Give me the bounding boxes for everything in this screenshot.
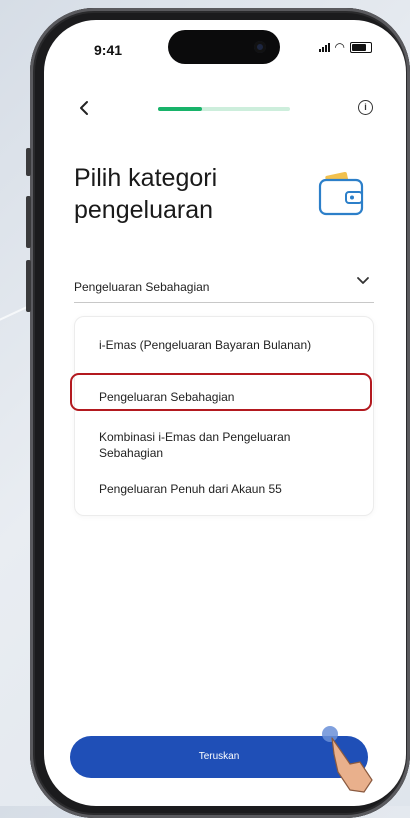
camera-icon: [254, 41, 266, 53]
status-bar: 9:41 ◠: [44, 20, 406, 70]
dropdown-options-list: i-Emas (Pengeluaran Bayaran Bulanan) Pen…: [74, 316, 374, 516]
signal-icon: [318, 42, 330, 52]
back-button[interactable]: [78, 98, 90, 120]
selection-highlight: [70, 373, 372, 411]
page-title: Pilih kategori pengeluaran: [74, 164, 218, 224]
option-kombinasi[interactable]: Kombinasi i-Emas dan Pengeluaran Sebahag…: [99, 429, 349, 461]
info-button[interactable]: i: [358, 100, 373, 115]
chevron-left-icon: [80, 101, 88, 115]
app-screen: 9:41 ◠ i Pilih kategori pengeluaran Peng…: [44, 20, 406, 806]
phone-side-button: [26, 148, 31, 176]
progress-fill: [158, 107, 202, 111]
battery-icon: [350, 41, 372, 53]
phone-volume-up: [26, 196, 31, 248]
phone-volume-down: [26, 260, 31, 312]
option-i-emas[interactable]: i-Emas (Pengeluaran Bayaran Bulanan): [99, 337, 349, 353]
option-pengeluaran-penuh[interactable]: Pengeluaran Penuh dari Akaun 55: [99, 481, 349, 497]
progress-bar: [158, 107, 290, 111]
category-dropdown[interactable]: Pengeluaran Sebahagian: [74, 272, 374, 303]
status-time: 9:41: [94, 42, 123, 58]
wifi-icon: ◠: [334, 40, 345, 54]
dynamic-island: [168, 30, 280, 64]
dropdown-selected-value: Pengeluaran Sebahagian: [74, 280, 210, 294]
status-icons: ◠: [318, 40, 372, 54]
tap-hand-icon: [322, 726, 373, 793]
wallet-icon: [318, 172, 364, 216]
chevron-down-icon: [357, 277, 369, 284]
